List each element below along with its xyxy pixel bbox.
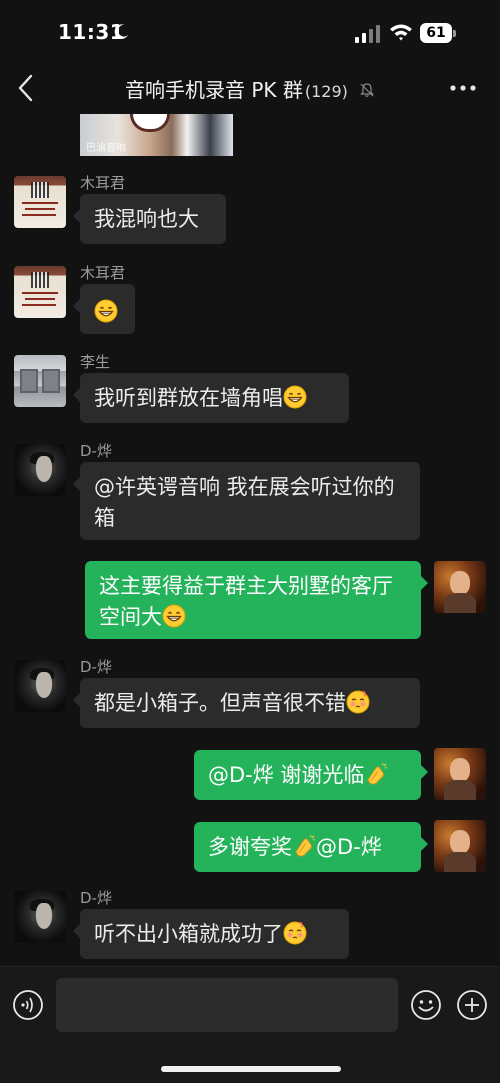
sender-name: D-烨 [80,658,112,676]
message-text: 听不出小箱就成功了 [94,922,283,946]
my-avatar[interactable] [434,561,486,613]
message-bubble[interactable]: @许英谔音响 我在展会听过你的箱 [73,462,420,540]
clapping-hands-emoji-icon [364,762,388,786]
image-caption: 巴渝音响 [86,143,126,154]
message-bubble[interactable]: 听不出小箱就成功了 [73,909,349,959]
message-text: 我听到群放在墙角唱 [94,386,283,410]
sender-name: 木耳君 [80,174,126,192]
grinning-face-emoji-icon [94,299,118,323]
sender-name: 李生 [80,353,111,371]
avatar[interactable] [14,660,66,712]
message-row: 木耳君 我混响也大 [0,172,500,252]
message-bubble[interactable]: 我听到群放在墙角唱 [73,373,349,423]
message-input[interactable] [56,978,398,1032]
message-row: D-烨 都是小箱子。但声音很不错 [0,656,500,736]
avatar[interactable] [14,444,66,496]
message-row: 这主要得益于群主大别墅的客厅空间大 [0,560,500,642]
message-text: 我混响也大 [94,207,199,231]
sender-name: D-烨 [80,889,112,907]
shy-face-emoji-icon [346,690,370,714]
moon-icon [114,24,129,39]
message-mention: @D-烨 [316,835,382,859]
message-row: 李生 我听到群放在墙角唱 [0,351,500,431]
message-bubble[interactable]: @D-烨 谢谢光临 [194,750,428,800]
message-bubble[interactable]: 多谢夸奖 @D-烨 [194,822,428,872]
avatar[interactable] [14,266,66,318]
sender-name: 木耳君 [80,264,126,282]
message-list[interactable]: 巴渝音响 木耳君 我混响也大 木耳君 李生 我听到群放在墙角唱 D-烨 @许英谔… [0,114,500,966]
plus-icon[interactable] [456,989,488,1021]
sender-name: D-烨 [80,442,112,460]
battery-icon: 61 [420,23,456,43]
message-text: 这主要得益于群主大别墅的客厅空间大 [99,574,393,629]
voice-input-icon[interactable] [12,989,44,1021]
battery-level: 61 [420,23,452,43]
emoji-icon[interactable] [410,989,442,1021]
chat-screen: 11:31 61 音响手机录音 PK 群 (129) 巴渝音响 木耳君 我混响也… [0,0,500,1083]
message-text: @D-烨 谢谢光临 [208,763,365,787]
message-bubble[interactable] [73,284,135,334]
cellular-signal-icon [355,25,380,43]
message-row: D-烨 听不出小箱就成功了 [0,887,500,966]
member-count: (129) [304,82,348,101]
grinning-face-emoji-icon [162,604,186,628]
message-row: 木耳君 [0,262,500,342]
message-row: D-烨 @许英谔音响 我在展会听过你的箱 [0,440,500,544]
message-row: 多谢夸奖 @D-烨 [0,820,500,876]
message-bubble[interactable]: 都是小箱子。但声音很不错 [73,678,420,728]
wifi-icon [390,24,412,41]
nav-bar: 音响手机录音 PK 群 (129) [0,62,500,114]
mute-bell-icon [360,83,374,97]
status-bar: 11:31 61 [0,0,500,62]
grinning-face-emoji-icon [283,385,307,409]
shy-face-emoji-icon [283,921,307,945]
message-bubble[interactable]: 我混响也大 [73,194,226,244]
message-row: @D-烨 谢谢光临 [0,748,500,804]
more-options-icon[interactable] [448,76,478,100]
message-text: 多谢夸奖 [208,835,292,859]
home-indicator[interactable] [161,1066,341,1072]
my-avatar[interactable] [434,820,486,872]
my-avatar[interactable] [434,748,486,800]
message-text: @许英谔音响 我在展会听过你的箱 [94,475,395,530]
clapping-hands-emoji-icon [292,834,316,858]
group-name: 音响手机录音 PK 群 [124,78,303,102]
image-message[interactable]: 巴渝音响 [80,114,233,156]
avatar[interactable] [14,891,66,943]
message-bubble[interactable]: 这主要得益于群主大别墅的客厅空间大 [85,561,428,639]
chat-title: 音响手机录音 PK 群 (129) [0,74,500,103]
message-text: 都是小箱子。但声音很不错 [94,691,346,715]
avatar[interactable] [14,176,66,228]
avatar[interactable] [14,355,66,407]
